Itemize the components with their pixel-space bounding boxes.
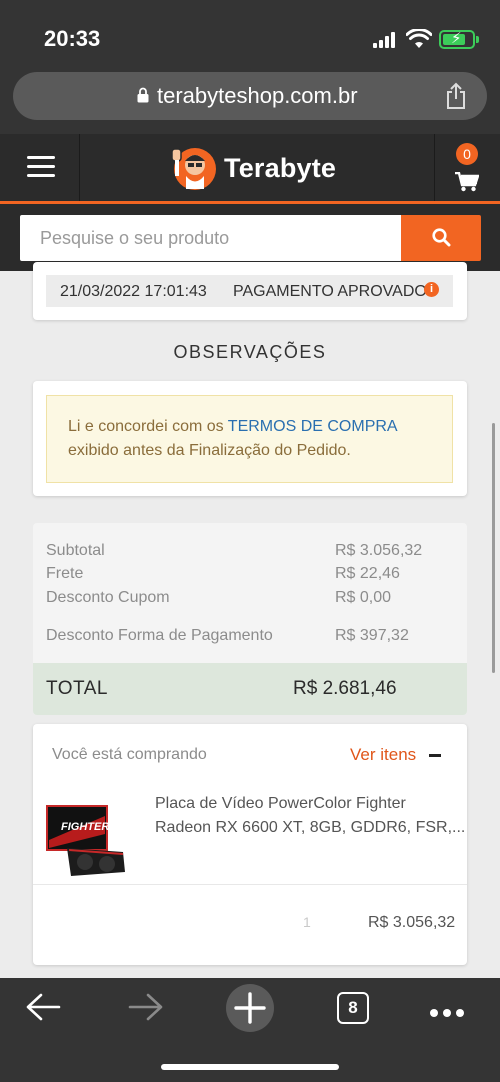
status-text: PAGAMENTO APROVADO bbox=[233, 283, 427, 300]
browser-toolbar: 8 bbox=[0, 978, 500, 1082]
new-tab-button[interactable] bbox=[226, 984, 274, 1032]
url-bar[interactable]: terabyteshop.com.br bbox=[13, 72, 487, 120]
info-icon[interactable]: i bbox=[424, 282, 439, 297]
item-price: R$ 3.056,32 bbox=[368, 914, 456, 931]
lock-icon bbox=[137, 87, 149, 103]
shipping-label: Frete bbox=[46, 565, 84, 582]
observations-prefix: Li e concordei com os bbox=[68, 418, 228, 435]
status-time: 20:33 bbox=[44, 26, 101, 51]
payment-discount-value: R$ 397,32 bbox=[335, 627, 409, 644]
product-name-line2[interactable]: Radeon RX 6600 XT, 8GB, GDDR6, FSR,... bbox=[155, 819, 465, 837]
subtotal-label: Subtotal bbox=[46, 542, 105, 559]
cart-count-badge: 0 bbox=[456, 143, 478, 165]
search-bar bbox=[0, 204, 500, 271]
total-value: R$ 2.681,46 bbox=[293, 678, 397, 699]
order-status-card: 21/03/2022 17:01:43 PAGAMENTO APROVADO i bbox=[33, 262, 467, 320]
url-text: terabyteshop.com.br bbox=[157, 83, 358, 108]
back-arrow-icon[interactable] bbox=[25, 991, 61, 1023]
subtotal-value: R$ 3.056,32 bbox=[335, 542, 423, 559]
total-row: TOTAL R$ 2.681,46 bbox=[33, 663, 467, 715]
tabs-button[interactable]: 8 bbox=[337, 992, 369, 1024]
search-button[interactable] bbox=[401, 215, 481, 261]
observations-line1: Li e concordei com os TERMOS DE COMPRA bbox=[68, 418, 398, 436]
site-header: Terabyte 0 bbox=[0, 134, 500, 204]
shipping-value: R$ 22,46 bbox=[335, 565, 400, 582]
observations-title: OBSERVAÇÕES bbox=[173, 342, 327, 362]
status-date: 21/03/2022 17:01:43 bbox=[60, 283, 207, 300]
coupon-discount-value: R$ 0,00 bbox=[335, 589, 392, 606]
forward-arrow-icon[interactable] bbox=[128, 991, 164, 1023]
battery-charging-icon: ⚡ bbox=[439, 30, 479, 49]
divider bbox=[33, 884, 467, 885]
observations-notice: Li e concordei com os TERMOS DE COMPRA e… bbox=[46, 395, 453, 483]
page-scrollbar[interactable] bbox=[492, 423, 495, 673]
search-icon bbox=[432, 228, 451, 247]
wifi-icon bbox=[406, 29, 432, 48]
total-label: TOTAL bbox=[46, 678, 108, 699]
product-name-line1[interactable]: Placa de Vídeo PowerColor Fighter bbox=[155, 795, 406, 813]
browser-chrome: 20:33 ⚡ terabyteshop.com.br bbox=[0, 0, 500, 134]
order-totals: Subtotal R$ 3.056,32 Frete R$ 22,46 Desc… bbox=[33, 523, 467, 715]
purchase-label: Você está comprando bbox=[52, 746, 207, 763]
share-icon[interactable] bbox=[444, 82, 468, 110]
status-history-row: 21/03/2022 17:01:43 PAGAMENTO APROVADO i bbox=[46, 275, 453, 307]
brand-name: Terabyte bbox=[224, 152, 337, 183]
observations-line2: exibido antes da Finalização do Pedido. bbox=[68, 442, 351, 459]
home-indicator bbox=[161, 1064, 339, 1070]
item-quantity: 1 bbox=[303, 914, 311, 930]
observations-card: Li e concordei com os TERMOS DE COMPRA e… bbox=[33, 381, 467, 496]
cellular-signal-icon bbox=[373, 32, 399, 48]
svg-text:FIGHTER: FIGHTER bbox=[61, 821, 109, 833]
plus-icon bbox=[234, 992, 266, 1024]
purchase-items-card: Você está comprando Ver itens FIGHTER Pl… bbox=[33, 724, 467, 965]
payment-discount-label: Desconto Forma de Pagamento bbox=[46, 627, 273, 644]
more-options-icon[interactable] bbox=[430, 1004, 469, 1022]
mascot-logo-icon bbox=[171, 148, 216, 190]
search-input[interactable] bbox=[20, 215, 401, 261]
shopping-cart-icon bbox=[455, 172, 479, 192]
hamburger-menu-button[interactable] bbox=[0, 134, 80, 201]
purchase-terms-link[interactable]: TERMOS DE COMPRA bbox=[228, 418, 398, 435]
site-logo[interactable]: Terabyte bbox=[168, 142, 336, 194]
product-image[interactable]: FIGHTER bbox=[45, 804, 130, 882]
collapse-minus-icon[interactable] bbox=[429, 754, 441, 757]
see-items-link[interactable]: Ver itens bbox=[350, 745, 416, 765]
coupon-discount-label: Desconto Cupom bbox=[46, 589, 170, 606]
cart-button[interactable]: 0 bbox=[434, 134, 500, 201]
